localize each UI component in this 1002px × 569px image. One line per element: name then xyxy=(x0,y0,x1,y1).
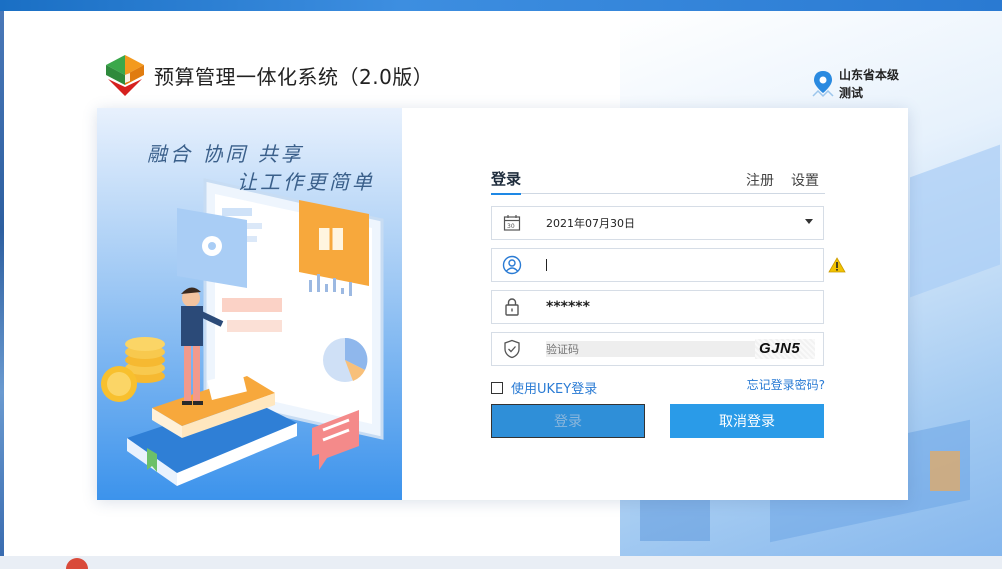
location-pin-icon xyxy=(812,71,834,98)
ukey-label[interactable]: 使用UKEY登录 xyxy=(511,378,597,397)
date-value: 2021年07月30日 xyxy=(546,217,635,230)
settings-link[interactable]: 设置 xyxy=(791,170,819,190)
app-header: 预算管理一体化系统（2.0版） xyxy=(104,52,433,98)
window-left-edge xyxy=(0,11,4,556)
window-top-strip xyxy=(0,0,1002,11)
warning-icon xyxy=(828,257,846,273)
login-form: 登录 注册 设置 30 2021年07月30日 ****** 验证码 GJN5 … xyxy=(491,108,846,500)
password-value: ****** xyxy=(546,299,590,315)
calendar-icon: 30 xyxy=(492,207,532,239)
app-logo xyxy=(106,55,144,96)
promo-illustration: 融合 协同 共享 让工作更简单 xyxy=(97,108,402,500)
password-field[interactable]: ****** xyxy=(491,290,824,324)
app-title: 预算管理一体化系统（2.0版） xyxy=(154,64,434,89)
slogan-line-2: 让工作更简单 xyxy=(237,170,375,194)
captcha-input[interactable] xyxy=(546,341,756,357)
login-button[interactable]: 登录 xyxy=(491,404,645,438)
slogan-line-1: 融合 协同 共享 xyxy=(147,142,304,166)
lock-icon xyxy=(492,291,532,323)
ukey-login-option[interactable]: 使用UKEY登录 xyxy=(491,378,597,397)
region-label: 山东省本级测试 xyxy=(839,68,900,100)
login-tabs: 登录 注册 设置 xyxy=(491,168,825,195)
date-select[interactable]: 30 2021年07月30日 xyxy=(491,206,824,240)
forgot-password-link[interactable]: 忘记登录密码? xyxy=(747,376,825,393)
captcha-field[interactable]: GJN5 xyxy=(491,332,824,366)
username-field[interactable] xyxy=(491,248,824,282)
user-icon xyxy=(492,249,532,281)
region-indicator[interactable]: 山东省本级测试 xyxy=(811,66,899,102)
shield-check-icon xyxy=(492,333,532,365)
captcha-image[interactable]: GJN5 xyxy=(755,339,815,359)
tab-login[interactable]: 登录 xyxy=(491,168,522,195)
window-bottom-strip xyxy=(0,556,1002,569)
ukey-checkbox[interactable] xyxy=(491,381,503,394)
cancel-login-button[interactable]: 取消登录 xyxy=(670,404,824,438)
svg-text:30: 30 xyxy=(507,223,515,230)
chevron-down-icon[interactable] xyxy=(805,219,813,224)
register-link[interactable]: 注册 xyxy=(746,170,774,190)
text-cursor xyxy=(546,259,547,271)
login-card: 融合 协同 共享 让工作更简单 登录 注册 设置 30 2021年07月30日 xyxy=(97,108,908,500)
